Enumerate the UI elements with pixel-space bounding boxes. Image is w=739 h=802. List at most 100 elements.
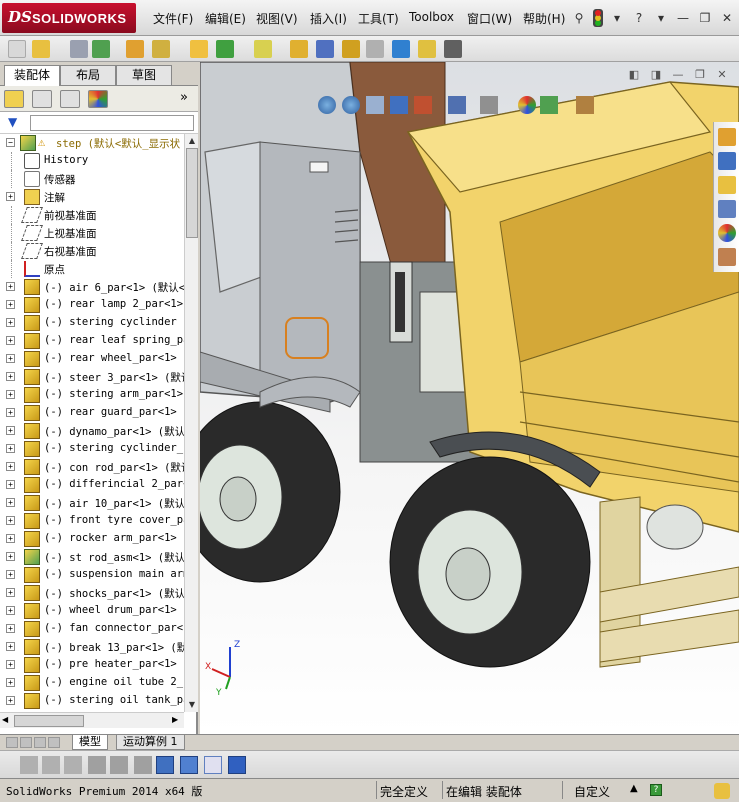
tree-item[interactable]: + (-) fan connector_par<1: [0, 620, 184, 638]
tree-item[interactable]: + (-) suspension main arm: [0, 566, 184, 584]
units-dropdown-icon[interactable]: ▲: [630, 783, 638, 794]
linear-pattern-icon[interactable]: [92, 40, 110, 58]
next-doc-icon[interactable]: ◨: [649, 68, 663, 82]
clearance-verification-icon[interactable]: [418, 40, 436, 58]
dynamic-annotation-icon[interactable]: [414, 96, 432, 114]
expand-icon[interactable]: +: [6, 588, 15, 597]
minimize-icon[interactable]: —: [675, 10, 691, 26]
expand-icon[interactable]: +: [6, 426, 15, 435]
scroll-right-icon[interactable]: ▶: [172, 715, 178, 724]
tab-motion-study[interactable]: 运动算例 1: [116, 735, 185, 750]
exploded-view-icon[interactable]: [342, 40, 360, 58]
expand-icon[interactable]: +: [6, 462, 15, 471]
tree-item[interactable]: + (-) rear leaf spring_pa: [0, 332, 184, 350]
tree-item[interactable]: 右视基准面: [0, 242, 184, 260]
tree-item[interactable]: + (-) air 10_par<1> (默认: [0, 494, 184, 512]
expand-icon[interactable]: +: [6, 408, 15, 417]
display-icon-2[interactable]: [42, 756, 60, 774]
dropdown-arrow-icon[interactable]: ▾: [653, 10, 669, 26]
tree-item[interactable]: + (-) front tyre cover_pa: [0, 512, 184, 530]
rebuild-traffic-light-icon[interactable]: [593, 9, 603, 27]
expand-icon[interactable]: +: [6, 318, 15, 327]
collapse-icon[interactable]: −: [6, 138, 15, 147]
expand-icon[interactable]: +: [6, 390, 15, 399]
explode-line-icon[interactable]: [366, 40, 384, 58]
expand-icon[interactable]: +: [6, 516, 15, 525]
new-motion-study-icon[interactable]: [290, 40, 308, 58]
tree-item[interactable]: 上视基准面: [0, 224, 184, 242]
display-style-icon[interactable]: [480, 96, 498, 114]
tree-item[interactable]: + (-) wheel drum_par<1> (: [0, 602, 184, 620]
last-tab-icon[interactable]: [48, 737, 60, 748]
instant3d-icon[interactable]: [444, 40, 462, 58]
tree-item[interactable]: + (-) rear wheel_par<1> (: [0, 350, 184, 368]
cube-view-icon[interactable]: [180, 756, 198, 774]
menu-tools[interactable]: 工具(T): [358, 10, 399, 27]
view-settings-icon[interactable]: [576, 96, 594, 114]
tree-item[interactable]: + (-) break 13_par<1> (默: [0, 638, 184, 656]
display-icon-1[interactable]: [20, 756, 38, 774]
previous-tab-icon[interactable]: [20, 737, 32, 748]
close-icon[interactable]: ✕: [719, 10, 735, 26]
previous-doc-icon[interactable]: ◧: [627, 68, 641, 82]
tab-layout[interactable]: 布局: [60, 65, 116, 85]
menu-insert[interactable]: 插入(I): [310, 10, 347, 27]
interference-detection-icon[interactable]: [392, 40, 410, 58]
show-hidden-icon[interactable]: [190, 40, 208, 58]
tree-item[interactable]: + (-) rear guard_par<1> (: [0, 404, 184, 422]
tree-root-assembly[interactable]: − ⚠ step (默认<默认_显示状: [0, 134, 184, 152]
tree-item[interactable]: + (-) pre heater_par<1> (: [0, 656, 184, 674]
expand-icon[interactable]: +: [6, 444, 15, 453]
move-component-icon[interactable]: [152, 40, 170, 58]
menu-toolbox[interactable]: Toolbox: [409, 10, 454, 24]
display-icon-3[interactable]: [64, 756, 82, 774]
restore-viewport-icon[interactable]: ❐: [693, 68, 707, 82]
scroll-left-icon[interactable]: ◀: [2, 715, 8, 724]
tab-model[interactable]: 模型: [72, 735, 108, 750]
property-manager-icon[interactable]: [32, 90, 52, 108]
tree-item[interactable]: + (-) engine oil tube 2_p: [0, 674, 184, 692]
scroll-thumb[interactable]: [14, 715, 84, 727]
tree-item[interactable]: + (-) stering arm_par<1>: [0, 386, 184, 404]
tree-item[interactable]: + (-) air 6_par<1> (默认<: [0, 278, 184, 296]
help-icon[interactable]: ?: [631, 10, 647, 26]
expand-icon[interactable]: +: [6, 480, 15, 489]
help-status-icon[interactable]: ?: [650, 784, 662, 796]
tree-item[interactable]: + (-) differincial 2_par<: [0, 476, 184, 494]
edit-appearance-icon[interactable]: [518, 96, 536, 114]
display-manager-icon[interactable]: [88, 90, 108, 108]
zoom-area-icon[interactable]: [342, 96, 360, 114]
graphics-viewport[interactable]: ◧ ◨ — ❐ ✕ Z X Y: [200, 62, 739, 734]
tree-item[interactable]: History: [0, 152, 184, 170]
new-part-icon[interactable]: [32, 40, 50, 58]
bill-of-materials-icon[interactable]: [316, 40, 334, 58]
tree-vertical-scrollbar[interactable]: ▲ ▼: [184, 134, 198, 712]
design-library-icon[interactable]: [718, 152, 736, 170]
tree-item[interactable]: + (-) stering cyclinder r: [0, 314, 184, 332]
expand-panel-icon[interactable]: »: [180, 90, 188, 105]
expand-icon[interactable]: +: [6, 300, 15, 309]
tree-item[interactable]: 前视基准面: [0, 206, 184, 224]
menu-view[interactable]: 视图(V): [256, 10, 298, 27]
expand-icon[interactable]: +: [6, 606, 15, 615]
expand-icon[interactable]: +: [6, 498, 15, 507]
tree-item[interactable]: + (-) shocks_par<1> (默认: [0, 584, 184, 602]
insert-components-icon[interactable]: [8, 40, 26, 58]
menu-edit[interactable]: 编辑(E): [205, 10, 246, 27]
tree-item[interactable]: + (-) rocker arm_par<1> (: [0, 530, 184, 548]
pin-icon[interactable]: ⚲: [571, 10, 587, 26]
tree-item[interactable]: + (-) rear lamp 2_par<1>: [0, 296, 184, 314]
split-view-icon[interactable]: [156, 756, 174, 774]
appearances-icon[interactable]: [718, 224, 736, 242]
tree-item[interactable]: + (-) dynamo_par<1> (默认: [0, 422, 184, 440]
notification-icon[interactable]: [714, 783, 730, 799]
custom-properties-icon[interactable]: [718, 248, 736, 266]
scroll-thumb[interactable]: [186, 148, 198, 238]
expand-icon[interactable]: +: [6, 372, 15, 381]
view-orientation-icon[interactable]: [448, 96, 466, 114]
file-explorer-icon[interactable]: [718, 176, 736, 194]
assembly-features-icon[interactable]: [216, 40, 234, 58]
section-view-icon[interactable]: [390, 96, 408, 114]
tree-item[interactable]: 传感器: [0, 170, 184, 188]
expand-icon[interactable]: +: [6, 192, 15, 201]
